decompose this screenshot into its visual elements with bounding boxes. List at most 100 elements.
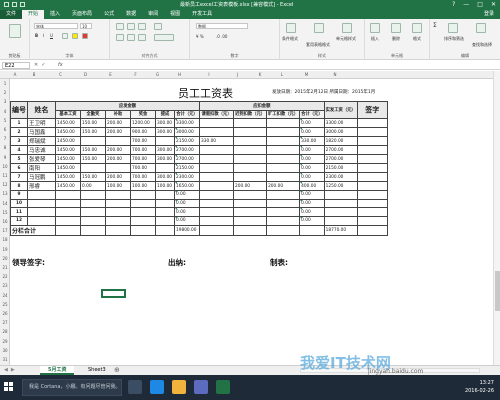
cell-sign[interactable] (356, 118, 388, 129)
align-top-icon[interactable] (116, 23, 124, 30)
row-header-18[interactable]: 18 (0, 237, 10, 242)
cell-value[interactable] (80, 207, 106, 217)
cell-styles-icon[interactable] (342, 23, 352, 33)
windows-start-icon[interactable] (4, 382, 14, 392)
close-button[interactable]: ✕ (491, 1, 496, 8)
sign-in-link[interactable]: 登录 (484, 10, 494, 17)
cell-value[interactable] (323, 190, 358, 200)
cell-value[interactable]: 3000.00 (174, 127, 200, 138)
row-header-16[interactable]: 16 (0, 219, 10, 224)
cell-name[interactable]: 王卫明 (27, 118, 56, 129)
cell-value[interactable] (80, 163, 106, 174)
row-header-5[interactable]: 5 (0, 118, 10, 123)
number-format-select[interactable]: 数据 (196, 23, 248, 29)
cell-no[interactable]: 8 (10, 181, 28, 192)
tab-developer[interactable]: 开发工具 (186, 10, 218, 19)
cell-value[interactable] (266, 190, 301, 200)
cell-value[interactable]: 150.00 (80, 172, 106, 183)
tab-formulas[interactable]: 公式 (98, 10, 120, 19)
cell-value[interactable] (323, 207, 358, 217)
column-header-l[interactable]: L (271, 72, 293, 77)
cell-value[interactable] (130, 198, 156, 209)
cell-value[interactable]: 0.00 (299, 145, 325, 156)
cell-value[interactable]: 100.00 (105, 181, 131, 192)
cell-value[interactable]: 0.00 (299, 154, 325, 165)
cell-value[interactable] (199, 172, 234, 183)
row-header-13[interactable]: 13 (0, 191, 10, 196)
insert-cells-icon[interactable] (370, 23, 380, 33)
find-select-button[interactable]: 查找和选择 (472, 42, 492, 48)
cell-value[interactable]: 1450.00 (55, 154, 81, 165)
cell-value[interactable] (266, 172, 301, 183)
save-icon[interactable] (4, 2, 9, 7)
cell-value[interactable] (155, 215, 175, 226)
cell-value[interactable]: 300.00 (155, 145, 175, 156)
sheet-tab-sheet3[interactable]: Sheet3 (80, 366, 114, 375)
cell-value[interactable]: 300.00 (155, 172, 175, 183)
row-header-8[interactable]: 8 (0, 145, 10, 150)
row-header-6[interactable]: 6 (0, 127, 10, 132)
format-as-table-button[interactable]: 套用表格格式 (306, 42, 330, 48)
row-header-23[interactable]: 23 (0, 283, 10, 288)
cell-value[interactable] (55, 207, 81, 217)
column-header-f[interactable]: F (123, 72, 148, 77)
bold-icon[interactable]: B (35, 33, 38, 38)
system-tray[interactable]: 13:27 2016-02-26 (465, 379, 494, 395)
formula-bar-icons[interactable]: ✕✓ (34, 62, 48, 68)
cell-value[interactable] (232, 215, 268, 226)
cell-value[interactable] (155, 207, 175, 217)
vertical-scrollbar[interactable] (493, 71, 500, 365)
cortana-search-box[interactable]: 我是 Cortana，小娜。有问题尽管问我。 (22, 379, 122, 396)
cell-value[interactable]: 2150.00 (174, 163, 200, 174)
subtotal-cell[interactable] (155, 224, 175, 236)
cell-value[interactable] (232, 172, 268, 183)
cell-no[interactable]: 1 (10, 118, 28, 129)
sheet-tab-may-salary[interactable]: 5月工资 (40, 366, 75, 375)
orientation-icon[interactable] (154, 23, 162, 30)
cell-value[interactable]: 2700.00 (174, 145, 200, 156)
add-sheet-icon[interactable]: ⊕ (114, 366, 120, 374)
cell-value[interactable] (232, 118, 268, 129)
subtotal-cell[interactable] (55, 224, 81, 236)
minimize-button[interactable]: — (463, 1, 469, 8)
edge-icon[interactable] (150, 380, 164, 394)
tab-page-layout[interactable]: 页面布局 (66, 10, 98, 19)
cell-value[interactable] (80, 215, 106, 226)
cell-value[interactable] (130, 207, 156, 217)
cell-value[interactable] (199, 215, 234, 226)
decimal-icon[interactable]: .0 .00 (216, 34, 227, 39)
cell-value[interactable] (199, 190, 234, 200)
conditional-format-button[interactable]: 条件格式 (282, 36, 298, 42)
format-cells-button[interactable]: 格式 (413, 36, 421, 42)
cell-no[interactable]: 12 (10, 215, 28, 226)
cell-value[interactable] (130, 190, 156, 200)
cell-value[interactable]: 0.00 (174, 190, 200, 200)
cell-value[interactable]: 1200.00 (130, 118, 156, 129)
row-header-1[interactable]: 1 (0, 81, 10, 86)
cell-name[interactable]: 邢睿 (27, 181, 56, 192)
cell-value[interactable]: 2700.00 (174, 154, 200, 165)
cell-value[interactable] (232, 154, 268, 165)
cell-value[interactable]: 1450.00 (55, 136, 81, 147)
cell-value[interactable] (80, 198, 106, 209)
cell-value[interactable] (266, 136, 301, 147)
cell-name[interactable] (27, 207, 56, 217)
cell-no[interactable]: 2 (10, 127, 28, 138)
row-header-15[interactable]: 15 (0, 210, 10, 215)
cell-value[interactable]: 300.00 (155, 127, 175, 138)
cell-value[interactable]: 0.00 (174, 215, 200, 226)
cell-value[interactable] (199, 207, 234, 217)
subtotal-cell[interactable] (130, 224, 156, 236)
cell-sign[interactable] (356, 145, 388, 156)
cell-value[interactable]: 200.00 (105, 172, 131, 183)
column-header-h[interactable]: H (167, 72, 192, 77)
subtotal-cell[interactable] (266, 224, 301, 236)
redo-icon[interactable] (20, 2, 25, 7)
cell-value[interactable]: 1450.00 (55, 118, 81, 129)
cell-value[interactable]: 150.00 (80, 145, 106, 156)
align-left-icon[interactable] (116, 34, 124, 41)
row-header-27[interactable]: 27 (0, 320, 10, 325)
cell-value[interactable]: 3300.00 (174, 118, 200, 129)
column-header-g[interactable]: G (148, 72, 167, 77)
cell-value[interactable] (323, 198, 358, 209)
